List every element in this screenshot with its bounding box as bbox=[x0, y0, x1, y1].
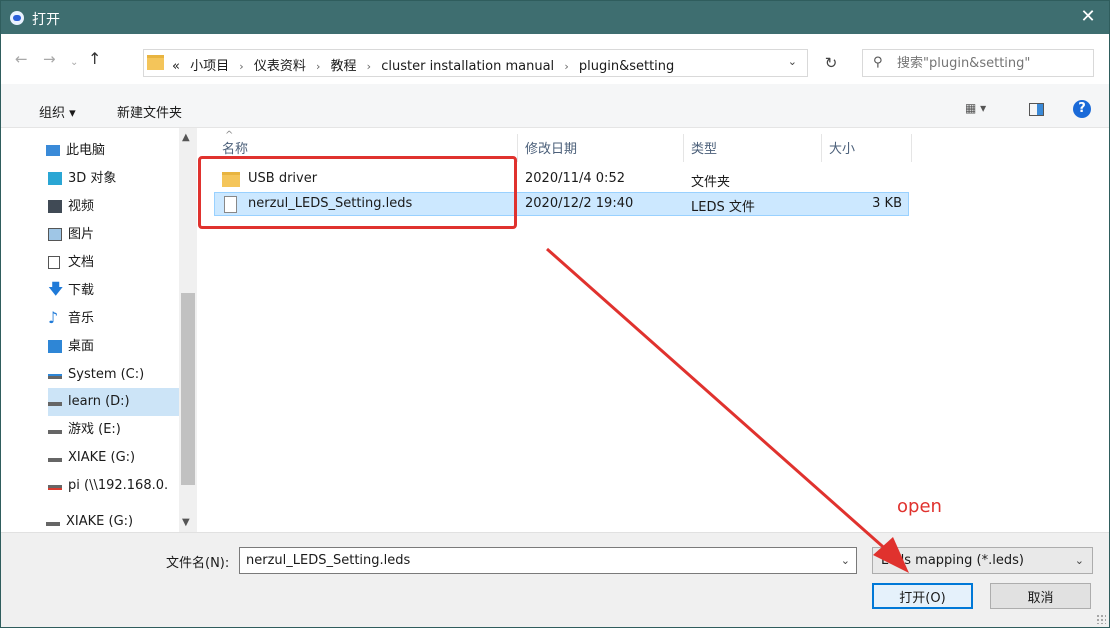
chevron-right-icon[interactable]: › bbox=[367, 60, 371, 73]
chevron-down-icon[interactable]: ⌄ bbox=[841, 554, 850, 567]
app-icon bbox=[10, 11, 24, 25]
close-icon[interactable]: ✕ bbox=[1077, 6, 1099, 28]
breadcrumb: « 小项目 › 仪表资料 › 教程 › cluster installation… bbox=[172, 55, 674, 74]
dialog-footer: 文件名(N): ⌄ Leds mapping (*.leds) ⌄ 打开(O) … bbox=[1, 532, 1109, 627]
file-type: 文件夹 bbox=[691, 175, 731, 190]
search-box[interactable]: ⚲ bbox=[862, 49, 1094, 77]
download-icon: 🡇 bbox=[48, 280, 64, 298]
address-row: ← → ⌄ ↑ « 小项目 › 仪表资料 › 教程 › cluster inst… bbox=[1, 34, 1109, 84]
folder-icon bbox=[147, 55, 164, 70]
file-size: 3 KB bbox=[872, 196, 902, 211]
column-header-size[interactable]: 大小 bbox=[829, 138, 855, 157]
breadcrumb-item[interactable]: 仪表资料 bbox=[254, 59, 306, 74]
window-title: 打开 bbox=[32, 12, 60, 28]
breadcrumb-item[interactable]: cluster installation manual bbox=[381, 59, 554, 74]
breadcrumb-item[interactable]: plugin&setting bbox=[579, 59, 674, 74]
new-folder-button[interactable]: 新建文件夹 bbox=[117, 102, 182, 121]
back-arrow-icon[interactable]: ← bbox=[15, 50, 28, 68]
filename-combobox[interactable]: ⌄ bbox=[239, 547, 857, 574]
breadcrumb-overflow[interactable]: « bbox=[172, 59, 180, 74]
navigation-pane: 此电脑 3D 对象 视频 图片 文档 🡇 下载 ♪ 音乐 桌面 System (… bbox=[1, 128, 197, 532]
organize-button[interactable]: 组织 ▾ bbox=[39, 102, 76, 121]
column-header-type[interactable]: 类型 bbox=[691, 138, 717, 157]
file-modified: 2020/11/4 0:52 bbox=[525, 171, 625, 186]
cancel-button[interactable]: 取消 bbox=[990, 583, 1091, 609]
open-file-dialog: 打开 ✕ ← → ⌄ ↑ « 小项目 › 仪表资料 › 教程 › cluster… bbox=[0, 0, 1110, 628]
filename-label: 文件名(N): bbox=[166, 556, 230, 571]
up-arrow-icon[interactable]: ↑ bbox=[88, 50, 101, 68]
drive-icon bbox=[48, 458, 62, 462]
help-icon[interactable]: ? bbox=[1073, 100, 1091, 118]
scroll-down-icon[interactable]: ▼ bbox=[182, 517, 190, 528]
chevron-down-icon[interactable]: ⌄ bbox=[788, 55, 797, 68]
column-divider[interactable] bbox=[683, 134, 684, 162]
scrollbar-thumb[interactable] bbox=[181, 293, 195, 485]
column-header-name[interactable]: 名称 bbox=[222, 138, 248, 157]
system-drive-icon bbox=[48, 374, 62, 379]
breadcrumb-item[interactable]: 教程 bbox=[331, 59, 357, 74]
breadcrumb-item[interactable]: 小项目 bbox=[190, 59, 229, 74]
recent-locations-chevron-icon[interactable]: ⌄ bbox=[70, 54, 78, 72]
chevron-right-icon[interactable]: › bbox=[239, 60, 243, 73]
open-button[interactable]: 打开(O) bbox=[872, 583, 973, 609]
annotation-highlight-box bbox=[198, 156, 517, 229]
filetype-value: Leds mapping (*.leds) bbox=[881, 553, 1024, 568]
scroll-up-icon[interactable]: ▲ bbox=[182, 132, 190, 143]
picture-icon bbox=[48, 228, 62, 241]
file-type: LEDS 文件 bbox=[691, 200, 755, 215]
chevron-right-icon[interactable]: › bbox=[564, 60, 568, 73]
annotation-label: open bbox=[897, 496, 942, 517]
column-divider[interactable] bbox=[911, 134, 912, 162]
drive-icon bbox=[46, 522, 60, 526]
cube-icon bbox=[48, 172, 62, 185]
refresh-icon[interactable]: ↻ bbox=[813, 49, 849, 77]
chevron-right-icon[interactable]: › bbox=[316, 60, 320, 73]
computer-icon bbox=[46, 145, 60, 156]
view-options-icon[interactable]: ▦ ▾ bbox=[965, 101, 986, 115]
preview-pane-icon[interactable] bbox=[1029, 103, 1044, 116]
title-bar: 打开 ✕ bbox=[1, 1, 1109, 34]
drive-icon bbox=[48, 430, 62, 434]
column-divider[interactable] bbox=[517, 134, 518, 162]
chevron-down-icon[interactable]: ⌄ bbox=[1075, 554, 1084, 567]
toolbar: 组织 ▾ 新建文件夹 ▦ ▾ ? bbox=[1, 84, 1109, 128]
document-icon bbox=[48, 256, 60, 269]
search-icon: ⚲ bbox=[873, 55, 883, 70]
network-drive-icon bbox=[48, 485, 62, 490]
address-bar[interactable]: « 小项目 › 仪表资料 › 教程 › cluster installation… bbox=[143, 49, 808, 77]
filename-input[interactable] bbox=[246, 548, 831, 573]
column-header-modified[interactable]: 修改日期 bbox=[525, 138, 577, 157]
column-divider[interactable] bbox=[821, 134, 822, 162]
video-icon bbox=[48, 200, 62, 213]
music-icon: ♪ bbox=[48, 308, 59, 327]
forward-arrow-icon[interactable]: → bbox=[43, 50, 56, 68]
resize-grip-icon[interactable] bbox=[1096, 614, 1106, 624]
search-input[interactable] bbox=[897, 50, 1087, 76]
drive-icon bbox=[48, 402, 62, 406]
file-modified: 2020/12/2 19:40 bbox=[525, 196, 634, 211]
filetype-select[interactable]: Leds mapping (*.leds) ⌄ bbox=[872, 547, 1093, 574]
nav-scrollbar[interactable]: ▲ ▼ bbox=[179, 128, 197, 532]
desktop-icon bbox=[48, 340, 62, 353]
